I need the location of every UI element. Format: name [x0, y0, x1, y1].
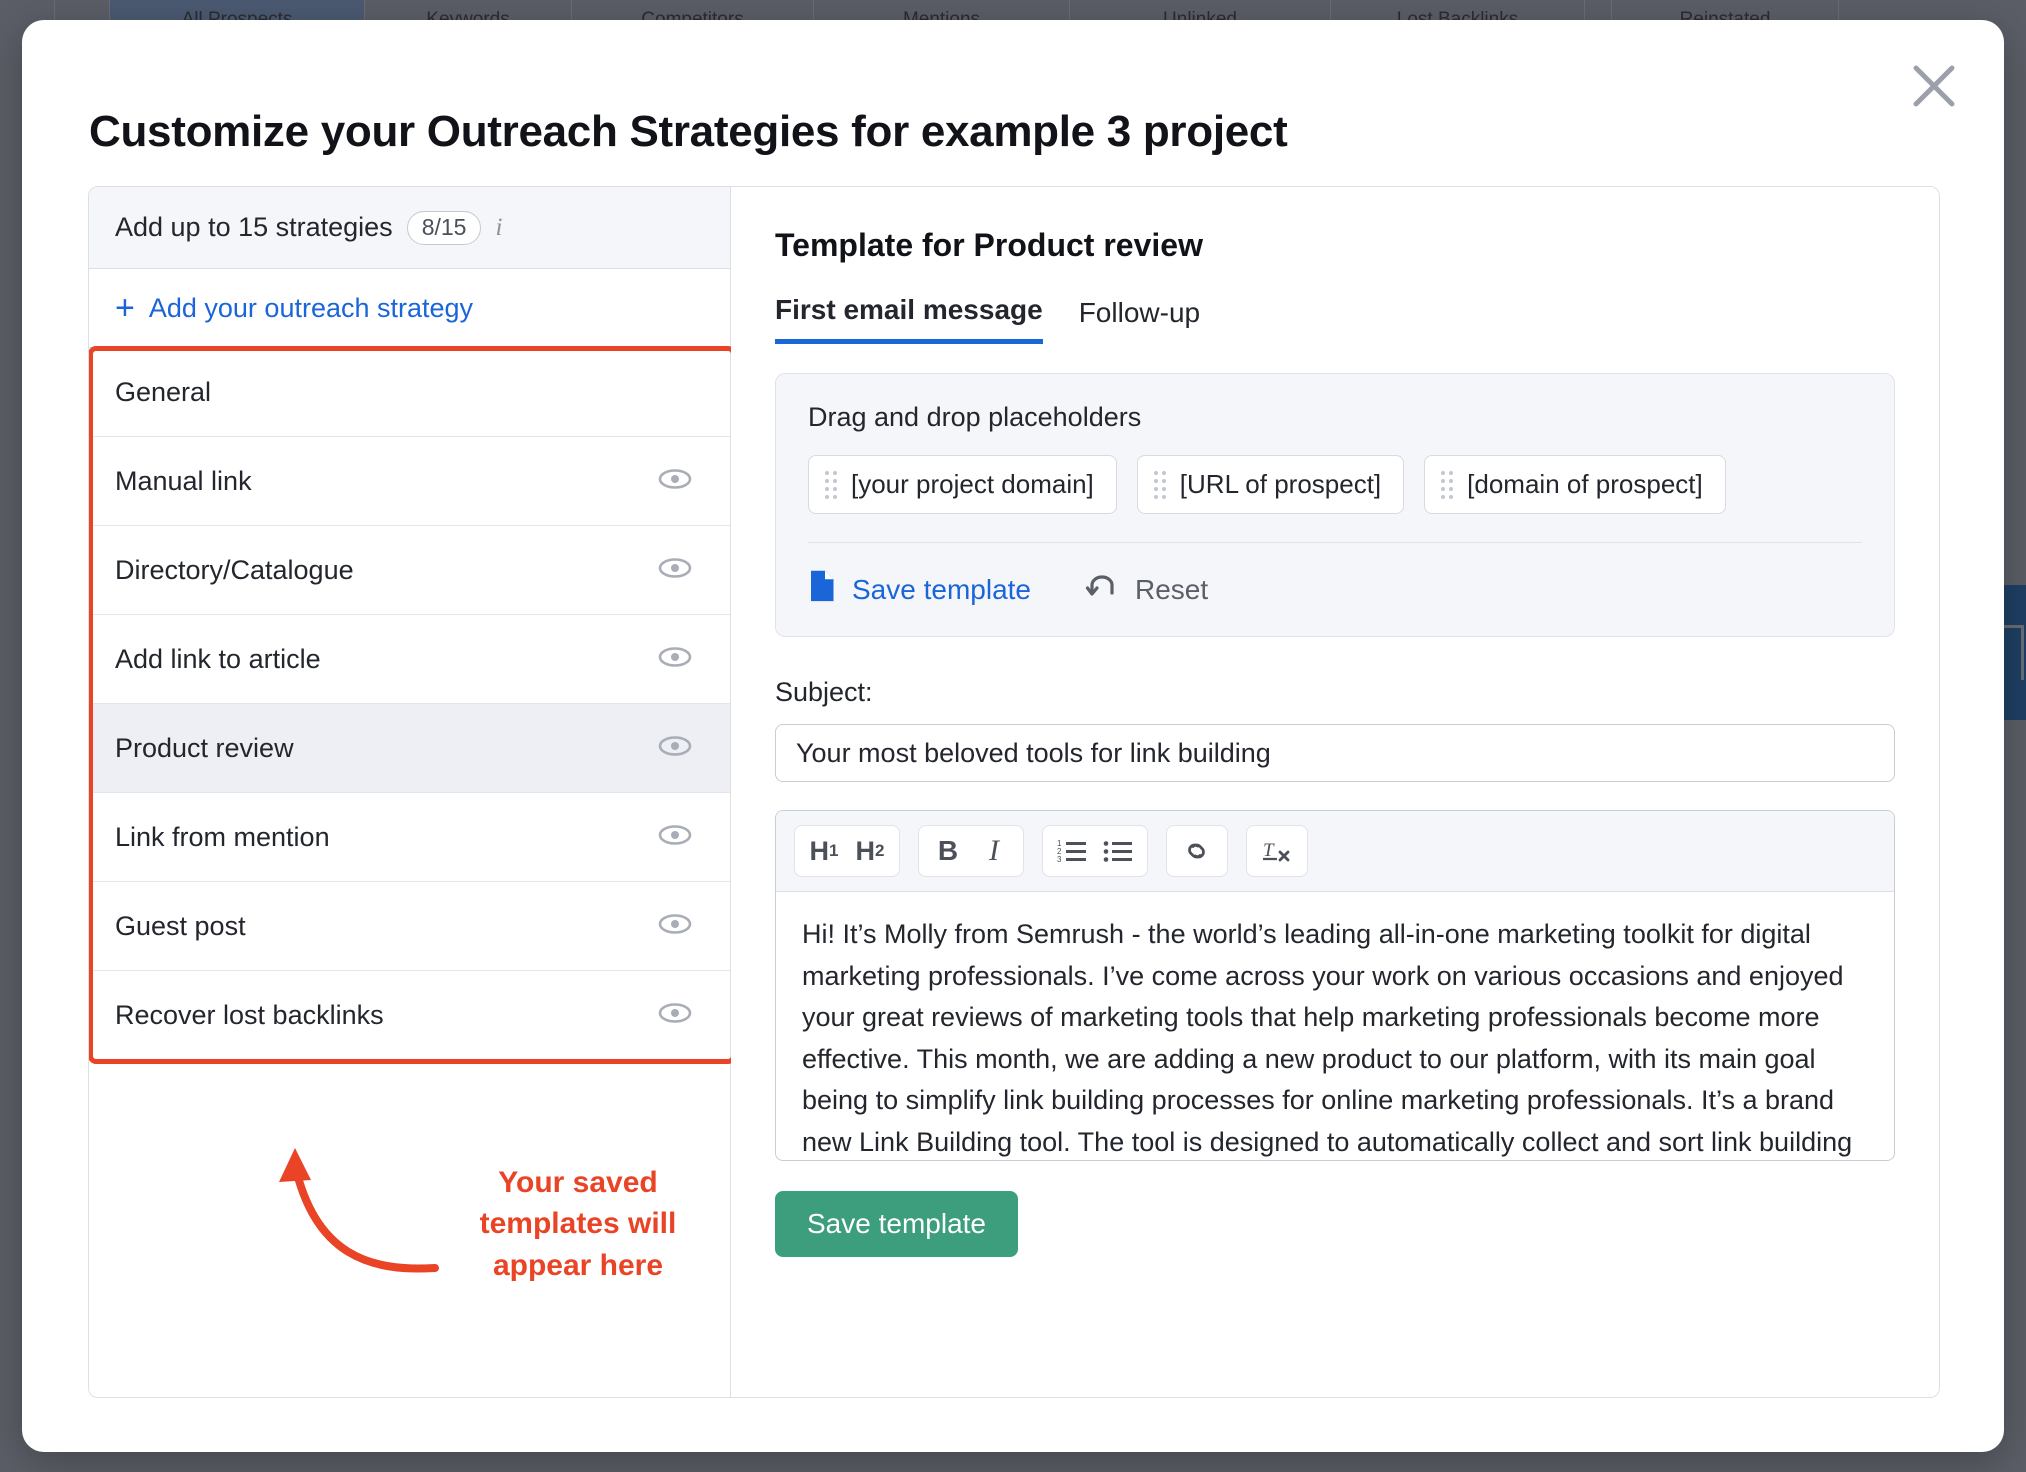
placeholders-actions: Save template Reset — [808, 569, 1862, 610]
eye-icon[interactable] — [658, 824, 692, 851]
status-badge: 8/15 — [406, 210, 482, 245]
list-group: 1 2 3 — [1042, 825, 1148, 877]
template-title: Template for Product review — [775, 227, 1203, 263]
list-item[interactable]: Guest post — [89, 882, 730, 971]
list-item[interactable]: Directory/Catalogue — [89, 526, 730, 615]
strategy-label: Add link to article — [115, 643, 321, 674]
strategy-label: Guest post — [115, 910, 246, 941]
heading-group: H1 H2 — [794, 825, 900, 877]
list-item[interactable]: Recover lost backlinks — [89, 971, 730, 1060]
document-icon — [808, 569, 836, 610]
strategy-list: General Manual link Directory/Catalogue … — [89, 346, 736, 1064]
eye-icon[interactable] — [658, 1002, 692, 1029]
page-title: Customize your Outreach Strategies for e… — [89, 107, 1288, 156]
tab-follow-up[interactable]: Follow-up — [1079, 294, 1200, 344]
svg-text:3: 3 — [1057, 855, 1062, 864]
link-button[interactable] — [1173, 828, 1221, 874]
placeholder-chip-domain-of-prospect[interactable]: [domain of prospect] — [1424, 455, 1726, 514]
eye-icon[interactable] — [658, 735, 692, 762]
placeholder-chip-label: [URL of prospect] — [1179, 469, 1382, 499]
clear-formatting-button[interactable]: T — [1253, 828, 1301, 874]
strategy-label: Manual link — [115, 465, 252, 496]
eye-icon[interactable] — [658, 646, 692, 673]
drag-grip-icon — [825, 470, 837, 499]
placeholder-chip-project-domain[interactable]: [your project domain] — [808, 455, 1117, 514]
italic-button[interactable]: I — [971, 828, 1017, 874]
reset-button[interactable]: Reset — [1085, 571, 1208, 608]
add-strategy-label: Add your outreach strategy — [148, 292, 474, 323]
ordered-list-button[interactable]: 1 2 3 — [1049, 828, 1095, 874]
save-template-link[interactable]: Save template — [808, 569, 1031, 610]
subject-label: Subject: — [775, 677, 873, 707]
placeholders-card: Drag and drop placeholders [your project… — [775, 373, 1895, 637]
message-body-textarea[interactable]: Hi! It’s Molly from Semrush - the world’… — [776, 892, 1894, 1160]
divider — [808, 542, 1862, 543]
list-item-selected[interactable]: Product review — [89, 704, 730, 793]
drag-grip-icon — [1153, 470, 1166, 499]
subject-input[interactable] — [775, 724, 1895, 782]
link-group — [1166, 825, 1228, 877]
list-item[interactable]: General — [89, 348, 730, 437]
undo-icon — [1085, 571, 1119, 608]
info-icon[interactable]: i — [495, 214, 502, 242]
list-item[interactable]: Add link to article — [89, 615, 730, 704]
placeholders-label: Drag and drop placeholders — [808, 402, 1142, 432]
placeholder-chip-url-of-prospect[interactable]: [URL of prospect] — [1136, 455, 1405, 514]
bold-button[interactable]: B — [925, 828, 971, 874]
customize-strategies-modal: Customize your Outreach Strategies for e… — [22, 20, 2004, 1452]
annotation-text: Your saved templates will appear here — [479, 1166, 677, 1282]
text-style-group: B I — [918, 825, 1024, 877]
save-template-button[interactable]: Save template — [775, 1191, 1018, 1257]
template-tabs: First email message Follow-up — [775, 294, 1895, 345]
strategy-label: Link from mention — [115, 821, 330, 852]
placeholder-chips: [your project domain] [URL of prospect] … — [808, 455, 1862, 514]
strategies-header: Add up to 15 strategies 8/15 i — [89, 187, 730, 269]
plus-icon: + — [115, 289, 135, 327]
close-icon[interactable] — [1906, 58, 1962, 114]
list-item[interactable]: Link from mention — [89, 793, 730, 882]
strategy-label: Recover lost backlinks — [115, 1000, 384, 1030]
save-template-link-label: Save template — [852, 573, 1031, 605]
placeholder-chip-label: [domain of prospect] — [1467, 469, 1703, 499]
strategy-label: Product review — [115, 732, 294, 763]
strategies-header-label: Add up to 15 strategies — [115, 212, 393, 242]
eye-icon[interactable] — [658, 468, 692, 495]
heading-1-button[interactable]: H1 — [801, 828, 847, 874]
strategy-label: Directory/Catalogue — [115, 554, 354, 585]
eye-icon[interactable] — [658, 913, 692, 940]
reset-button-label: Reset — [1135, 573, 1209, 605]
clear-format-group: T — [1246, 825, 1308, 877]
message-editor: H1 H2 B I 1 2 3 T Hi! It’s Molly from Se… — [775, 810, 1895, 1161]
svg-text:T: T — [1263, 840, 1275, 861]
list-item[interactable]: Manual link — [89, 437, 730, 526]
bullet-list-button[interactable] — [1095, 828, 1141, 874]
drag-grip-icon — [1441, 470, 1454, 499]
placeholder-chip-label: [your project domain] — [851, 469, 1094, 499]
tab-first-email-message[interactable]: First email message — [775, 294, 1043, 344]
heading-2-button[interactable]: H2 — [847, 828, 893, 874]
eye-icon[interactable] — [658, 557, 692, 584]
add-strategy-button[interactable]: + Add your outreach strategy — [89, 269, 730, 347]
modal-body: Add up to 15 strategies 8/15 i + Add you… — [88, 186, 1940, 1398]
strategy-label: General — [115, 376, 212, 407]
editor-toolbar: H1 H2 B I 1 2 3 T — [776, 811, 1894, 892]
template-editor-panel: Template for Product review First email … — [731, 187, 1939, 1397]
